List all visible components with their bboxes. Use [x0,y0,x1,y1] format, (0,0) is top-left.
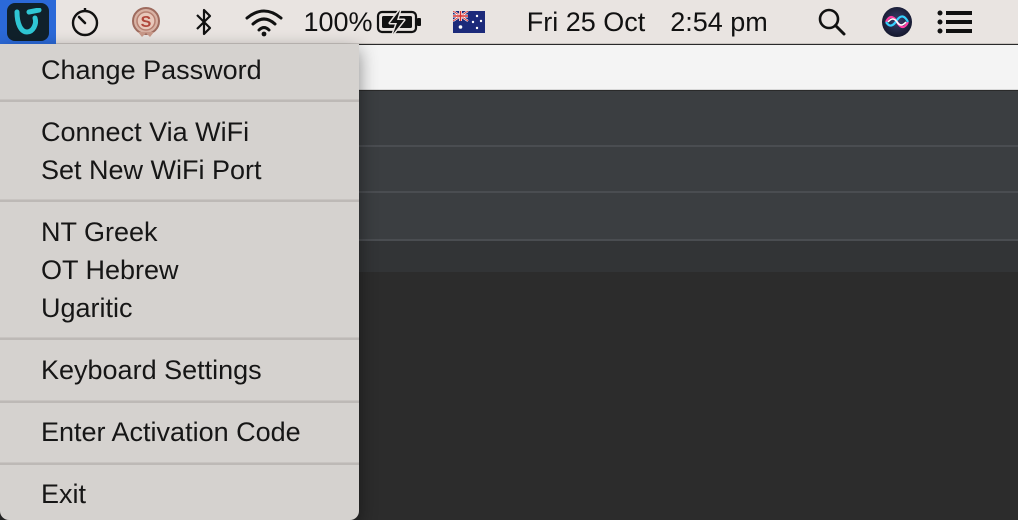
bluetooth-icon[interactable] [189,0,219,44]
menu-item-ot-hebrew[interactable]: OT Hebrew [0,251,359,289]
s-badge-icon[interactable]: S [127,0,165,44]
australia-flag-icon[interactable] [452,0,486,44]
menu-separator [0,199,359,202]
menu-item-ugaritic[interactable]: Ugaritic [0,289,359,327]
list-icon[interactable] [935,0,975,44]
app-menu-extra[interactable] [0,0,56,44]
timer-icon[interactable] [66,0,104,44]
menubar-time[interactable]: 2:54 pm [664,0,774,44]
svg-text:S: S [141,14,152,31]
menu-item-connect-via-wifi[interactable]: Connect Via WiFi [0,113,359,151]
menu-item-exit[interactable]: Exit [0,475,359,513]
menu-item-enter-activation-code[interactable]: Enter Activation Code [0,413,359,451]
menu-separator [0,99,359,102]
siri-icon[interactable] [880,0,914,44]
menubar-date[interactable]: Fri 25 Oct [520,0,652,44]
app-dropdown-menu: Change Password Connect Via WiFi Set New… [0,44,359,520]
menu-separator [0,337,359,340]
menu-item-set-new-wifi-port[interactable]: Set New WiFi Port [0,151,359,189]
battery-percentage: 100% [303,6,373,37]
menu-item-keyboard-settings[interactable]: Keyboard Settings [0,351,359,389]
battery-charging-icon[interactable] [375,0,425,44]
wifi-icon[interactable] [243,0,285,44]
menu-item-nt-greek[interactable]: NT Greek [0,213,359,251]
menu-separator [0,400,359,403]
menu-bar: S 100% Fri 25 Oct 2:54 pm [0,0,1018,44]
app-logo-icon [7,3,49,41]
menu-separator [0,462,359,465]
search-icon[interactable] [815,0,849,44]
menu-item-change-password[interactable]: Change Password [0,51,359,89]
